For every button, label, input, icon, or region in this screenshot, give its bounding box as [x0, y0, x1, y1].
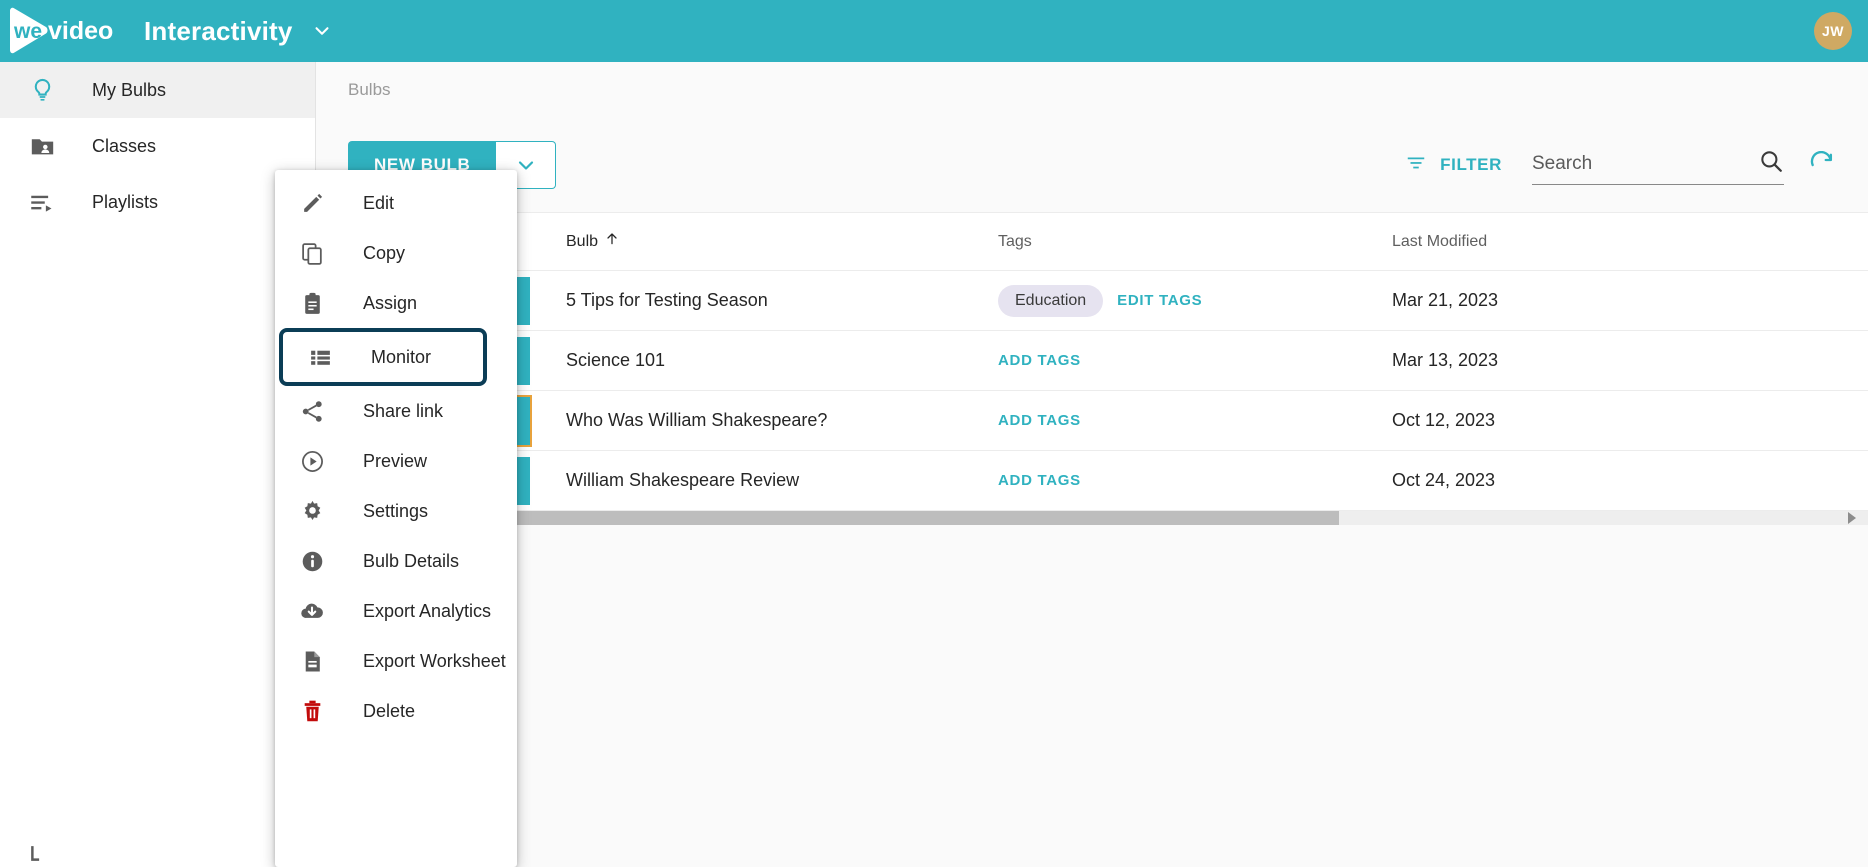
menu-item-export-analytics[interactable]: Export Analytics [275, 586, 517, 636]
menu-item-label: Edit [363, 192, 395, 213]
column-header-last-modified[interactable]: Last Modified [1318, 233, 1618, 251]
table-row[interactable]: we 5 Tips for Testing Season Education E… [316, 271, 1868, 331]
chevron-down-icon [518, 161, 534, 170]
filter-icon [1405, 152, 1427, 179]
edit-tags-button[interactable]: EDIT TAGS [1117, 292, 1202, 309]
tag-chip[interactable]: Education [998, 284, 1104, 317]
filter-label: FILTER [1440, 155, 1502, 174]
top-bar: we video Interactivity JW [0, 0, 1868, 62]
horizontal-scrollbar[interactable] [316, 511, 1868, 525]
sidebar-item-label: My Bulbs [92, 79, 167, 100]
table-row[interactable]: we Science 101 ADD TAGS Mar 13, 2023 [316, 331, 1868, 391]
lightbulb-icon [20, 77, 64, 104]
menu-item-monitor[interactable]: Monitor [279, 328, 487, 386]
magnifier-icon[interactable] [1758, 148, 1784, 179]
add-tags-button[interactable]: ADD TAGS [998, 352, 1081, 369]
row-last-modified: Oct 12, 2023 [1392, 410, 1496, 430]
menu-item-label: Delete [363, 700, 416, 721]
column-header-bulb-label: Bulb [566, 232, 599, 250]
menu-item-assign[interactable]: Assign [275, 278, 517, 328]
gear-icon [295, 499, 329, 524]
sidebar-item-label: Playlists [92, 191, 159, 212]
add-tags-button[interactable]: ADD TAGS [998, 472, 1081, 489]
filter-button[interactable]: FILTER [1405, 152, 1502, 179]
row-bulb-name[interactable]: Science 101 [566, 350, 998, 371]
pencil-icon [295, 191, 329, 216]
row-tags-cell: ADD TAGS [998, 352, 1318, 369]
menu-item-bulb-details[interactable]: Bulb Details [275, 536, 517, 586]
document-icon [295, 649, 329, 674]
main-content: Bulbs NEW BULB FILTER Search Bulb Tags L… [316, 62, 1868, 867]
refresh-icon [1810, 151, 1833, 167]
playlist-icon [20, 189, 64, 216]
partial-icon [20, 836, 64, 863]
menu-item-preview[interactable]: Preview [275, 436, 517, 486]
search-box [1532, 145, 1784, 185]
column-header-bulb[interactable]: Bulb [566, 231, 998, 252]
arrow-up-icon [604, 231, 620, 252]
app-root: we video Interactivity JW My Bulbs Class… [0, 0, 1868, 867]
sidebar-item-playlists[interactable]: Playlists [0, 174, 315, 230]
sidebar-item-partial-bottom[interactable] [0, 821, 316, 867]
menu-item-label: Share link [363, 400, 444, 421]
cloud-download-icon [295, 598, 329, 624]
row-bulb-name[interactable]: Who Was William Shakespeare? [566, 410, 998, 431]
sidebar-item-classes[interactable]: Classes [0, 118, 315, 174]
list-icon [303, 345, 337, 370]
menu-item-label: Bulb Details [363, 550, 460, 571]
avatar[interactable]: JW [1814, 12, 1852, 50]
row-tags-cell: Education EDIT TAGS [998, 284, 1318, 317]
table-row[interactable]: William Shakespeare Review ADD TAGS Oct … [316, 451, 1868, 511]
folder-person-icon [20, 133, 64, 160]
column-header-tags[interactable]: Tags [998, 233, 1318, 251]
menu-item-label: Monitor [371, 346, 432, 367]
bulb-context-menu: Edit Copy Assign Monitor Share link Prev… [275, 170, 517, 867]
row-tags-cell: ADD TAGS [998, 472, 1318, 489]
menu-item-label: Copy [363, 242, 406, 263]
breadcrumb: Bulbs [316, 62, 1868, 118]
row-bulb-name[interactable]: 5 Tips for Testing Season [566, 290, 998, 311]
row-tags-cell: ADD TAGS [998, 412, 1318, 429]
clipboard-icon [295, 291, 329, 316]
wevideo-logo[interactable]: we video [8, 7, 126, 55]
menu-item-label: Preview [363, 450, 428, 471]
share-icon [295, 399, 329, 424]
row-last-modified: Mar 21, 2023 [1392, 290, 1499, 310]
sidebar-item-my-bulbs[interactable]: My Bulbs [0, 62, 315, 118]
menu-item-edit[interactable]: Edit [275, 178, 517, 228]
table-row[interactable]: we Who Was William Shakespeare? ADD TAGS… [316, 391, 1868, 451]
row-bulb-name[interactable]: William Shakespeare Review [566, 470, 998, 491]
menu-item-settings[interactable]: Settings [275, 486, 517, 536]
trash-icon [295, 699, 329, 724]
sidebar-item-label: Classes [92, 135, 157, 156]
bulbs-table: Bulb Tags Last Modified 5 Tips for Testi… [316, 212, 1868, 525]
menu-item-label: Export Analytics [363, 600, 492, 621]
search-input[interactable] [1532, 152, 1722, 175]
menu-item-label: Settings [363, 500, 429, 521]
chevron-down-icon[interactable] [311, 20, 333, 42]
menu-item-export-worksheet[interactable]: Export Worksheet [275, 636, 517, 686]
play-circle-icon [295, 449, 329, 474]
menu-item-delete[interactable]: Delete [275, 686, 517, 736]
svg-text:video: video [48, 17, 113, 45]
menu-item-share-link[interactable]: Share link [275, 386, 517, 436]
row-last-modified: Mar 13, 2023 [1392, 350, 1499, 370]
app-title: Interactivity [144, 15, 293, 46]
toolbar: NEW BULB FILTER [316, 118, 1868, 212]
row-last-modified: Oct 24, 2023 [1392, 470, 1496, 490]
menu-item-copy[interactable]: Copy [275, 228, 517, 278]
table-header-row: Bulb Tags Last Modified [316, 213, 1868, 271]
sidebar: My Bulbs Classes Playlists [0, 62, 316, 867]
refresh-button[interactable] [1808, 151, 1836, 179]
menu-item-label: Assign [363, 292, 418, 313]
info-icon [295, 549, 329, 574]
svg-text:we: we [13, 20, 42, 43]
column-header-tags-label: Tags [998, 232, 1032, 250]
toolbar-right: FILTER [1405, 118, 1836, 212]
column-header-last-modified-label: Last Modified [1392, 232, 1488, 250]
menu-item-label: Export Worksheet [363, 650, 506, 671]
scroll-right-arrow-icon[interactable] [1848, 512, 1856, 524]
add-tags-button[interactable]: ADD TAGS [998, 412, 1081, 429]
copy-icon [295, 241, 329, 266]
